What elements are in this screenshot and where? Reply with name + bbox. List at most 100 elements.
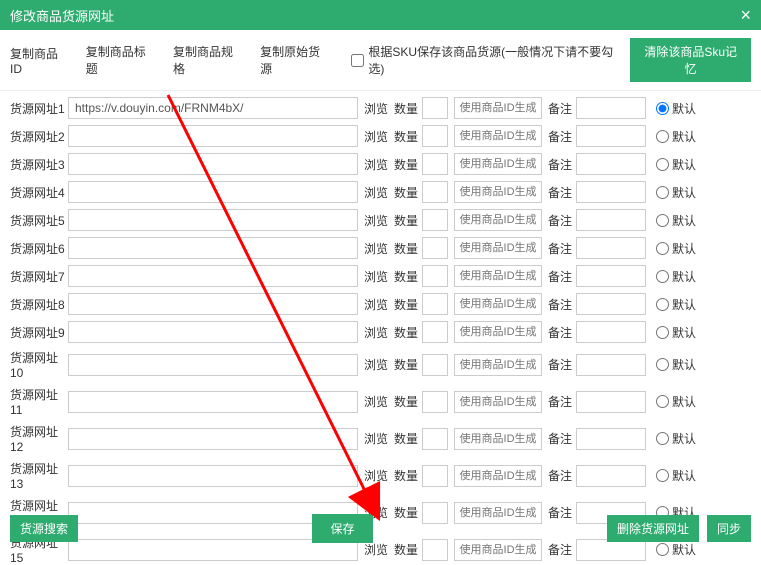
browse-link[interactable]: 浏览 [364, 240, 388, 257]
source-url-input[interactable] [68, 391, 358, 413]
qty-input[interactable] [422, 209, 448, 231]
default-radio[interactable] [656, 214, 669, 227]
browse-link[interactable]: 浏览 [364, 296, 388, 313]
default-radio[interactable] [656, 130, 669, 143]
generate-by-id-input[interactable] [454, 428, 542, 450]
note-input[interactable] [576, 237, 646, 259]
source-url-input[interactable] [68, 293, 358, 315]
generate-by-id-input[interactable] [454, 391, 542, 413]
delete-source-button[interactable]: 删除货源网址 [607, 515, 699, 542]
default-radio-wrap[interactable]: 默认 [656, 100, 696, 117]
copy-product-id[interactable]: 复制商品ID [10, 45, 68, 76]
note-input[interactable] [576, 321, 646, 343]
note-input[interactable] [576, 265, 646, 287]
qty-input[interactable] [422, 125, 448, 147]
default-radio-wrap[interactable]: 默认 [656, 356, 696, 373]
default-radio[interactable] [656, 432, 669, 445]
source-url-input[interactable] [68, 209, 358, 231]
generate-by-id-input[interactable] [454, 97, 542, 119]
generate-by-id-input[interactable] [454, 181, 542, 203]
qty-input[interactable] [422, 265, 448, 287]
qty-input[interactable] [422, 293, 448, 315]
default-radio-wrap[interactable]: 默认 [656, 268, 696, 285]
default-radio[interactable] [656, 358, 669, 371]
default-radio-wrap[interactable]: 默认 [656, 240, 696, 257]
clear-sku-button[interactable]: 清除该商品Sku记忆 [630, 38, 751, 82]
source-url-input[interactable] [68, 125, 358, 147]
qty-input[interactable] [422, 428, 448, 450]
browse-link[interactable]: 浏览 [364, 156, 388, 173]
browse-link[interactable]: 浏览 [364, 268, 388, 285]
qty-input[interactable] [422, 354, 448, 376]
default-radio[interactable] [656, 158, 669, 171]
sku-save-checkbox-wrap[interactable]: 根据SKU保存该商品货源(一般情况下请不要勾选) [351, 43, 618, 77]
default-radio-wrap[interactable]: 默认 [656, 393, 696, 410]
default-radio-wrap[interactable]: 默认 [656, 156, 696, 173]
note-input[interactable] [576, 293, 646, 315]
browse-link[interactable]: 浏览 [364, 324, 388, 341]
copy-product-spec[interactable]: 复制商品规格 [173, 43, 242, 77]
browse-link[interactable]: 浏览 [364, 184, 388, 201]
source-url-input[interactable] [68, 354, 358, 376]
source-url-input[interactable] [68, 465, 358, 487]
generate-by-id-input[interactable] [454, 209, 542, 231]
note-input[interactable] [576, 97, 646, 119]
generate-by-id-input[interactable] [454, 237, 542, 259]
note-input[interactable] [576, 181, 646, 203]
note-input[interactable] [576, 209, 646, 231]
default-radio-wrap[interactable]: 默认 [656, 212, 696, 229]
default-radio-wrap[interactable]: 默认 [656, 184, 696, 201]
default-radio[interactable] [656, 298, 669, 311]
note-input[interactable] [576, 354, 646, 376]
source-url-input[interactable] [68, 321, 358, 343]
browse-link[interactable]: 浏览 [364, 356, 388, 373]
browse-link[interactable]: 浏览 [364, 430, 388, 447]
source-url-input[interactable] [68, 237, 358, 259]
default-radio-wrap[interactable]: 默认 [656, 430, 696, 447]
default-radio-wrap[interactable]: 默认 [656, 296, 696, 313]
default-radio[interactable] [656, 270, 669, 283]
source-url-input[interactable] [68, 181, 358, 203]
default-radio[interactable] [656, 102, 669, 115]
generate-by-id-input[interactable] [454, 125, 542, 147]
default-radio[interactable] [656, 186, 669, 199]
source-url-input[interactable] [68, 153, 358, 175]
generate-by-id-input[interactable] [454, 465, 542, 487]
default-radio[interactable] [656, 469, 669, 482]
generate-by-id-input[interactable] [454, 354, 542, 376]
qty-input[interactable] [422, 321, 448, 343]
default-radio[interactable] [656, 326, 669, 339]
source-search-button[interactable]: 货源搜索 [10, 515, 78, 542]
qty-input[interactable] [422, 97, 448, 119]
source-url-input[interactable] [68, 97, 358, 119]
copy-original-source[interactable]: 复制原始货源 [260, 43, 329, 77]
qty-input[interactable] [422, 391, 448, 413]
browse-link[interactable]: 浏览 [364, 393, 388, 410]
save-button[interactable]: 保存 [312, 514, 372, 543]
default-radio-wrap[interactable]: 默认 [656, 324, 696, 341]
sku-save-checkbox[interactable] [351, 54, 364, 67]
generate-by-id-input[interactable] [454, 153, 542, 175]
source-url-input[interactable] [68, 428, 358, 450]
note-input[interactable] [576, 465, 646, 487]
note-input[interactable] [576, 153, 646, 175]
generate-by-id-input[interactable] [454, 265, 542, 287]
close-icon[interactable]: × [740, 6, 751, 24]
browse-link[interactable]: 浏览 [364, 467, 388, 484]
qty-input[interactable] [422, 237, 448, 259]
generate-by-id-input[interactable] [454, 321, 542, 343]
qty-input[interactable] [422, 181, 448, 203]
note-input[interactable] [576, 428, 646, 450]
note-input[interactable] [576, 391, 646, 413]
browse-link[interactable]: 浏览 [364, 128, 388, 145]
note-input[interactable] [576, 125, 646, 147]
default-radio-wrap[interactable]: 默认 [656, 128, 696, 145]
qty-input[interactable] [422, 153, 448, 175]
generate-by-id-input[interactable] [454, 293, 542, 315]
sync-button[interactable]: 同步 [707, 515, 751, 542]
default-radio[interactable] [656, 242, 669, 255]
default-radio-wrap[interactable]: 默认 [656, 467, 696, 484]
browse-link[interactable]: 浏览 [364, 100, 388, 117]
browse-link[interactable]: 浏览 [364, 212, 388, 229]
copy-product-title[interactable]: 复制商品标题 [86, 43, 155, 77]
